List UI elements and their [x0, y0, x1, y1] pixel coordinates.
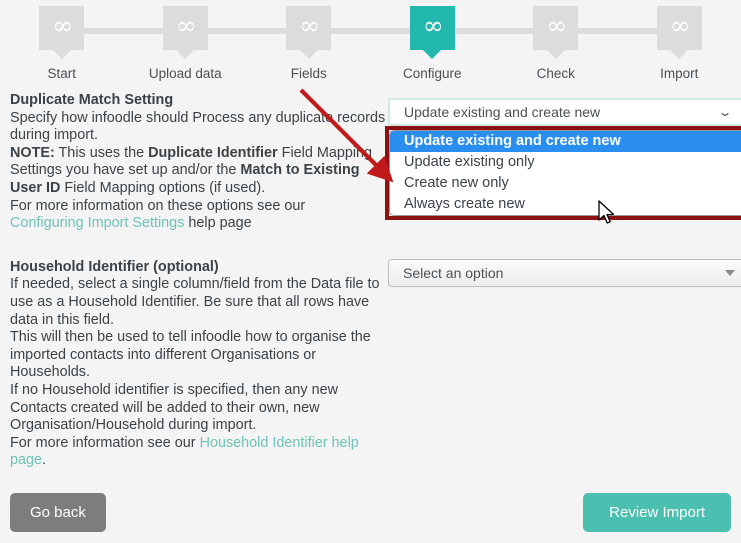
- duplicate-match-setting-note: NOTE: This uses the Duplicate Identifier…: [10, 145, 388, 198]
- stepper-step-check[interactable]: ∞ Check: [494, 0, 618, 92]
- infinity-icon: ∞: [422, 11, 444, 40]
- infinity-icon: ∞: [299, 11, 320, 40]
- household-paragraph-3: If no Household identifier is specified,…: [10, 381, 338, 434]
- household-identifier-select-value: Select an option: [403, 264, 504, 281]
- step-label-configure: Configure: [402, 66, 462, 81]
- note-text-1: This uses the: [54, 144, 149, 161]
- stepper-step-configure[interactable]: ∞ Configure: [371, 0, 495, 92]
- help-page-text: help page: [188, 215, 252, 232]
- step-label-start: Start: [47, 66, 76, 81]
- household-identifier-text: Household Identifier (optional) If neede…: [10, 259, 388, 470]
- household-identifier-select[interactable]: Select an option: [388, 258, 741, 287]
- step-badge-import: ∞: [656, 6, 702, 59]
- infinity-icon: ∞: [175, 11, 197, 40]
- household-paragraph-4: For more information see our Household I…: [10, 435, 388, 470]
- step-label-check: Check: [536, 66, 575, 81]
- duplicate-more-info-line: For more information on these options se…: [10, 197, 306, 214]
- duplicate-match-select-value: Update existing and create new: [404, 104, 601, 120]
- step-badge-configure: ∞: [409, 6, 455, 59]
- option-update-existing-only[interactable]: Update existing only: [390, 152, 741, 173]
- duplicate-match-select-area: Update existing and create new ⌄ Update …: [385, 92, 741, 220]
- household-paragraph-1: If needed, select a single column/field …: [10, 276, 380, 328]
- caret-down-icon: [725, 269, 735, 276]
- step-badge-check: ∞: [533, 6, 579, 59]
- household-more-info-text: For more information see our: [10, 434, 200, 451]
- step-label-import: Import: [660, 66, 699, 81]
- infinity-icon: ∞: [546, 11, 567, 40]
- stepper-steps: ∞ Start ∞ Upload data ∞ Fields ∞ Configu…: [0, 0, 741, 92]
- configuring-import-settings-link[interactable]: Configuring Import Settings: [10, 215, 184, 231]
- wizard-footer: Go back Review Import: [0, 481, 741, 543]
- step-label-fields: Fields: [290, 66, 327, 81]
- stepper-step-start[interactable]: ∞ Start: [0, 0, 124, 92]
- note-label: NOTE:: [10, 144, 55, 161]
- step-badge-start: ∞: [39, 6, 85, 59]
- infinity-icon: ∞: [669, 11, 691, 40]
- infinity-icon: ∞: [52, 11, 73, 40]
- stepper-step-upload-data[interactable]: ∞ Upload data: [124, 0, 248, 92]
- duplicate-match-select-wrap: Update existing and create new ⌄ Update …: [385, 98, 741, 220]
- duplicate-match-setting-text: Duplicate Match Setting Specify how info…: [10, 92, 388, 233]
- option-update-existing-and-create-new[interactable]: Update existing and create new: [390, 131, 741, 152]
- duplicate-match-setting-description: Specify how infoodle should Process any …: [10, 109, 386, 144]
- configure-step-content: Duplicate Match Setting Specify how info…: [0, 92, 741, 543]
- import-wizard-stepper: ∞ Start ∞ Upload data ∞ Fields ∞ Configu…: [0, 0, 741, 92]
- duplicate-match-select[interactable]: Update existing and create new ⌄: [388, 98, 741, 126]
- duplicate-match-setting-heading: Duplicate Match Setting: [10, 92, 174, 108]
- go-back-button[interactable]: Go back: [10, 492, 106, 532]
- step-label-upload-data: Upload data: [148, 66, 222, 81]
- step-badge-fields: ∞: [286, 6, 332, 59]
- review-import-button[interactable]: Review Import: [583, 492, 731, 532]
- household-identifier-select-area: Select an option: [388, 258, 741, 287]
- option-always-create-new[interactable]: Always create new: [390, 194, 741, 215]
- chevron-down-icon: ⌄: [717, 105, 733, 119]
- duplicate-match-setting-row: Duplicate Match Setting Specify how info…: [10, 92, 741, 233]
- step-badge-upload-data: ∞: [162, 6, 208, 59]
- household-period: .: [42, 452, 47, 469]
- duplicate-match-annotation-box: Update existing and create new Update ex…: [385, 126, 741, 220]
- note-bold-duplicate-identifier: Duplicate Identifier: [148, 144, 278, 161]
- option-create-new-only[interactable]: Create new only: [390, 173, 741, 194]
- stepper-step-fields[interactable]: ∞ Fields: [247, 0, 371, 92]
- duplicate-match-option-list[interactable]: Update existing and create new Update ex…: [389, 130, 741, 216]
- duplicate-help-line: Configuring Import Settings help page: [10, 215, 388, 233]
- note-text-3: Field Mapping options (if used).: [60, 179, 266, 196]
- household-paragraph-2: This will then be used to tell infoodle …: [10, 329, 371, 381]
- household-identifier-heading: Household Identifier (optional): [10, 258, 219, 275]
- household-identifier-row: Household Identifier (optional) If neede…: [10, 258, 741, 470]
- stepper-step-import[interactable]: ∞ Import: [618, 0, 741, 92]
